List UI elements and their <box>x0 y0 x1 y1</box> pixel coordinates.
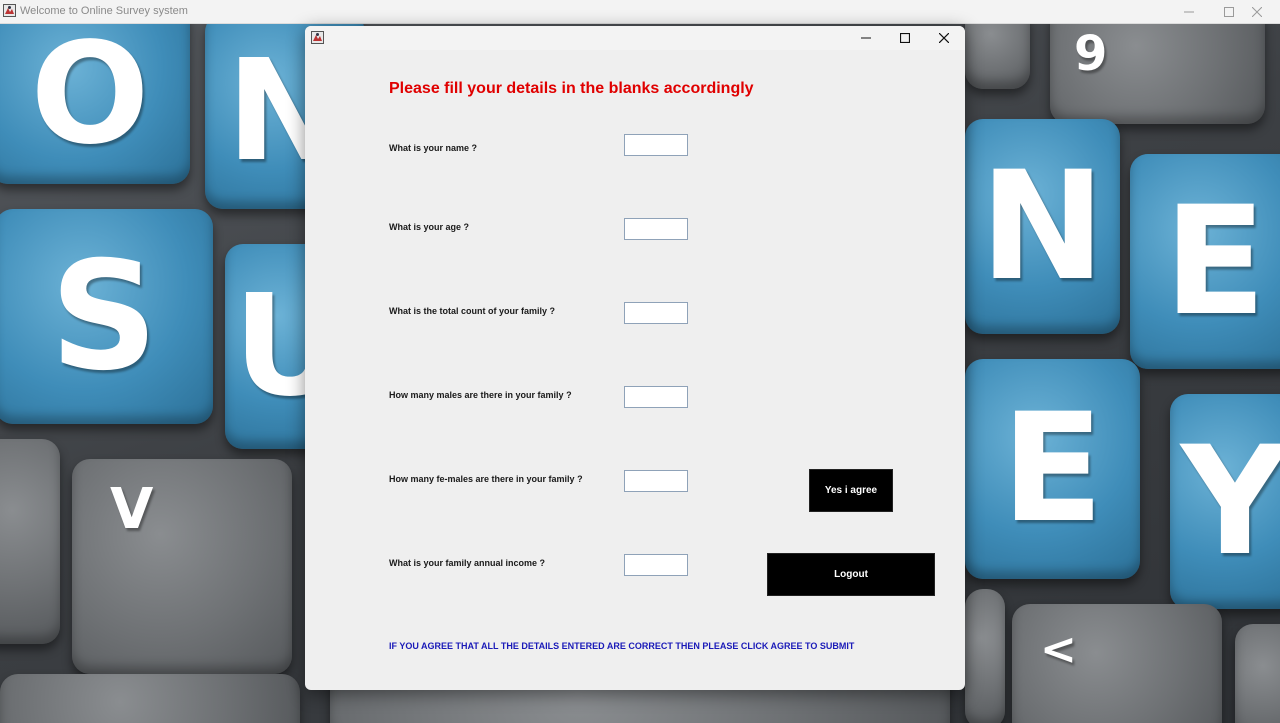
java-app-icon <box>311 31 324 44</box>
window-title: Welcome to Online Survey system <box>20 5 188 17</box>
keyboard-key: < <box>1012 604 1222 723</box>
keyboard-key <box>0 439 60 644</box>
name-label: What is your name ? <box>389 143 478 153</box>
age-label: What is your age ? <box>389 222 470 232</box>
main-close-button[interactable] <box>1234 0 1280 23</box>
keyboard-key: V <box>72 459 292 674</box>
agree-button[interactable]: Yes i agree <box>809 469 893 512</box>
form-heading: Please fill your details in the blanks a… <box>389 80 754 97</box>
annual-income-input[interactable] <box>624 554 688 576</box>
main-window-title-bar[interactable]: Welcome to Online Survey system <box>0 0 1280 24</box>
keyboard-key: O <box>0 24 190 184</box>
dialog-close-button[interactable] <box>924 26 964 50</box>
keyboard-key <box>965 589 1005 723</box>
keyboard-key: Y <box>1170 394 1280 609</box>
age-input[interactable] <box>624 218 688 240</box>
java-app-icon <box>3 4 16 17</box>
maximize-icon <box>1224 6 1234 17</box>
minimize-icon <box>861 37 871 39</box>
dialog-title-bar[interactable] <box>305 26 965 50</box>
keyboard-key <box>1235 624 1280 723</box>
females-count-label: How many fe-males are there in your fami… <box>389 474 583 484</box>
logout-button[interactable]: Logout <box>767 553 935 596</box>
keyboard-key: S <box>0 209 213 424</box>
keyboard-key <box>965 24 1030 89</box>
survey-dialog: Please fill your details in the blanks a… <box>305 26 965 690</box>
maximize-icon <box>900 33 910 43</box>
close-icon <box>939 33 949 43</box>
family-count-input[interactable] <box>624 302 688 324</box>
keyboard-key: 9 <box>1050 24 1265 124</box>
annual-income-label: What is your family annual income ? <box>389 558 546 568</box>
females-count-input[interactable] <box>624 470 688 492</box>
agreement-note: IF YOU AGREE THAT ALL THE DETAILS ENTERE… <box>389 641 855 651</box>
close-icon <box>1252 6 1262 17</box>
name-input[interactable] <box>624 134 688 156</box>
keyboard-key: N <box>965 119 1120 334</box>
minimize-icon <box>1184 11 1194 12</box>
keyboard-key: E <box>965 359 1140 579</box>
keyboard-key <box>0 674 300 723</box>
dialog-maximize-button[interactable] <box>885 26 925 50</box>
males-count-input[interactable] <box>624 386 688 408</box>
males-count-label: How many males are there in your family … <box>389 390 572 400</box>
keyboard-key: E <box>1130 154 1280 369</box>
family-count-label: What is the total count of your family ? <box>389 306 556 316</box>
dialog-minimize-button[interactable] <box>846 26 886 50</box>
